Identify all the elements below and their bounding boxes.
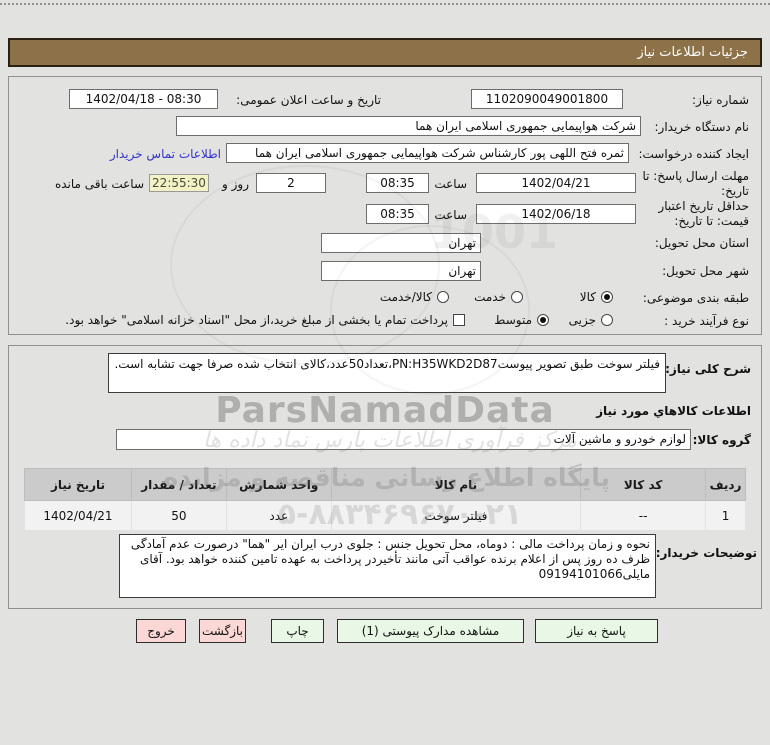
remaining-time-label: ساعت باقی مانده xyxy=(54,177,144,191)
cell-item-code: -- xyxy=(580,500,707,531)
goods-info-panel: شرح کلی نیاز: فیلتر سوخت طبق تصویر پیوست… xyxy=(8,345,762,609)
reply-deadline-label-2: تاریخ: xyxy=(721,184,749,198)
goods-table: ردیف کد کالا نام کالا واحد شمارش تعداد /… xyxy=(24,468,746,531)
request-creator-field[interactable]: ثمره فتح اللهی پور کارشناس شرکت هواپیمای… xyxy=(226,143,629,163)
need-number-field[interactable]: 1102090049001800 xyxy=(471,89,623,109)
print-button[interactable]: چاپ xyxy=(271,619,324,643)
price-validity-time-field[interactable]: 08:35 xyxy=(366,204,429,224)
cell-row-number: 1 xyxy=(705,500,746,531)
action-buttons-row: پاسخ به نیاز مشاهده مدارک پیوستی (1) چاپ… xyxy=(136,619,658,643)
remaining-days-field[interactable]: 2 xyxy=(256,173,326,193)
buyer-notes-label: توضیحات خریدار: xyxy=(655,546,757,560)
top-dotted-divider xyxy=(0,3,770,5)
col-quantity: تعداد / مقدار xyxy=(130,468,227,501)
classification-label: طبقه بندی موضوعی: xyxy=(642,291,749,305)
need-info-panel: شماره نیاز: 1102090049001800 تاریخ و ساع… xyxy=(8,76,762,335)
buyer-org-field[interactable]: شرکت هواپیمایی جمهوری اسلامی ایران هما xyxy=(176,116,641,136)
radio-on-icon[interactable] xyxy=(601,291,613,303)
reply-deadline-hour-label: ساعت xyxy=(434,177,467,191)
buyer-org-label: نام دستگاه خریدار: xyxy=(654,120,750,134)
radio-medium-label: متوسط xyxy=(494,313,532,327)
need-description-label: شرح کلی نیاز: xyxy=(665,362,751,376)
price-validity-label-1: حداقل تاریخ اعتبار xyxy=(658,199,749,213)
cell-item-name: فیلتر سوخت xyxy=(330,500,582,531)
radio-service-label: خدمت xyxy=(474,290,506,304)
col-need-date: تاریخ نیاز xyxy=(24,468,132,501)
announce-datetime-label: تاریخ و ساعت اعلان عمومی: xyxy=(236,93,381,107)
radio-off-icon[interactable] xyxy=(601,314,613,326)
exit-button[interactable]: خروج xyxy=(136,619,186,643)
reply-deadline-time-field[interactable]: 08:35 xyxy=(366,173,429,193)
goods-table-header-row: ردیف کد کالا نام کالا واحد شمارش تعداد /… xyxy=(24,468,746,501)
col-item-name: نام کالا xyxy=(330,468,582,501)
city-label: شهر محل تحویل: xyxy=(662,264,749,278)
goods-group-field[interactable]: لوازم خودرو و ماشین آلات xyxy=(116,429,691,450)
radio-off-icon[interactable] xyxy=(511,291,523,303)
need-number-label: شماره نیاز: xyxy=(692,93,749,107)
goods-section-heading: اطلاعات کالاهاي مورد نیاز xyxy=(596,404,751,418)
treasury-checkbox-label: پرداخت تمام یا بخشی از مبلغ خرید،از محل … xyxy=(65,313,448,327)
page-title: جزئیات اطلاعات نیاز xyxy=(8,38,762,67)
price-validity-hour-label: ساعت xyxy=(434,208,467,222)
table-row[interactable]: 1 -- فیلتر سوخت عدد 50 1402/04/21 xyxy=(24,500,746,531)
treasury-checkbox-group[interactable]: پرداخت تمام یا بخشی از مبلغ خرید،از محل … xyxy=(65,313,465,327)
radio-medium[interactable]: متوسط xyxy=(494,313,549,327)
province-label: استان محل تحویل: xyxy=(654,236,749,250)
city-field[interactable]: تهران xyxy=(321,261,481,281)
remaining-days-label: روز و xyxy=(222,177,249,191)
reply-deadline-date-field[interactable]: 1402/04/21 xyxy=(476,173,636,193)
checkbox-unchecked-icon[interactable] xyxy=(453,314,465,326)
cell-quantity: 50 xyxy=(130,500,227,531)
remaining-time-box: 22:55:30 xyxy=(149,174,209,192)
request-creator-label: ایجاد کننده درخواست: xyxy=(638,147,749,161)
radio-partial[interactable]: جزیی xyxy=(569,313,613,327)
radio-partial-label: جزیی xyxy=(568,313,596,327)
price-validity-label-2: قیمت: تا تاریخ: xyxy=(674,214,749,228)
radio-goods[interactable]: کالا xyxy=(580,290,613,304)
reply-to-need-button[interactable]: پاسخ به نیاز xyxy=(535,619,658,643)
radio-service[interactable]: خدمت xyxy=(474,290,523,304)
radio-on-icon[interactable] xyxy=(537,314,549,326)
buyer-contact-link[interactable]: اطلاعات تماس خریدار xyxy=(110,147,221,161)
radio-goods-service-label: کالا/خدمت xyxy=(379,290,432,304)
province-field[interactable]: تهران xyxy=(321,233,481,253)
price-validity-date-field[interactable]: 1402/06/18 xyxy=(476,204,636,224)
cell-unit: عدد xyxy=(225,500,332,531)
need-description-field[interactable]: فیلتر سوخت طبق تصویر پیوستPN:H35WKD2D87،… xyxy=(108,353,666,393)
col-item-code: کد کالا xyxy=(580,468,707,501)
cell-need-date: 1402/04/21 xyxy=(24,500,132,531)
announce-datetime-field[interactable]: 1402/04/18 - 08:30 xyxy=(69,89,218,109)
back-button[interactable]: بازگشت xyxy=(199,619,246,643)
col-unit: واحد شمارش xyxy=(225,468,332,501)
view-attachments-button[interactable]: مشاهده مدارک پیوستی (1) xyxy=(337,619,524,643)
col-row-number: ردیف xyxy=(705,468,746,501)
need-details-page: { "title_bar": "جزئیات اطلاعات نیاز", "f… xyxy=(0,0,770,745)
process-type-label: نوع فرآیند خرید : xyxy=(664,314,749,328)
buyer-notes-field[interactable]: نحوه و زمان پرداخت مالی : دوماه، محل تحو… xyxy=(119,534,656,598)
radio-goods-label: کالا xyxy=(579,290,596,304)
radio-goods-service[interactable]: کالا/خدمت xyxy=(380,290,449,304)
reply-deadline-label-1: مهلت ارسال پاسخ: تا xyxy=(642,169,749,183)
goods-group-label: گروه کالا: xyxy=(692,433,751,447)
radio-off-icon[interactable] xyxy=(437,291,449,303)
